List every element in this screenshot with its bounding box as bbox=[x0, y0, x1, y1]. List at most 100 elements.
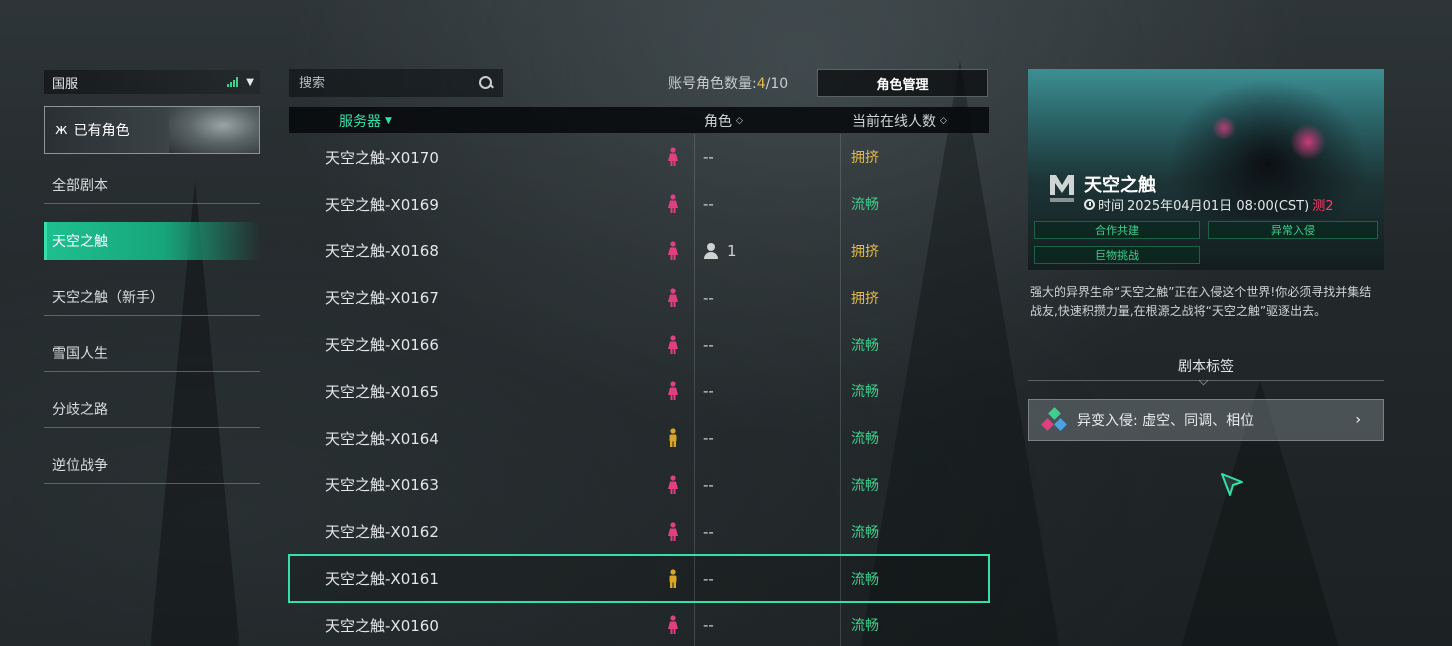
sidebar-item-label: 天空之触（新手） bbox=[52, 289, 164, 306]
role-management-button[interactable]: 角色管理 bbox=[817, 69, 988, 97]
column-divider bbox=[694, 321, 695, 368]
server-status: 流畅 bbox=[851, 431, 879, 448]
scenario-tag-row-label: 异变入侵: 虚空、同调、相位 bbox=[1077, 413, 1255, 429]
server-status: 流畅 bbox=[851, 571, 879, 588]
server-row[interactable]: 天空之触-X0167 -- 拥挤 bbox=[289, 274, 989, 322]
server-role: -- bbox=[703, 476, 714, 494]
server-role: 1 bbox=[703, 242, 737, 260]
owned-characters-label: 已有角色 bbox=[73, 123, 130, 139]
server-name: 天空之触-X0160 bbox=[325, 616, 439, 635]
female-figure-icon bbox=[668, 334, 678, 354]
server-column-header[interactable]: 服务器 ▼ bbox=[339, 111, 392, 131]
sidebar-item[interactable]: 逆位战争 bbox=[44, 446, 260, 484]
male-figure-icon bbox=[669, 568, 677, 588]
server-status: 拥挤 bbox=[851, 243, 879, 260]
column-divider bbox=[840, 227, 841, 275]
scenario-banner: 天空之触 时间 2025年04月01日 08:00(CST) 测2 合作共建 异… bbox=[1028, 69, 1384, 270]
female-figure-icon bbox=[668, 381, 678, 401]
owned-characters-card[interactable]: ж 已有角色 bbox=[44, 106, 260, 154]
server-row[interactable]: 天空之触-X0161 -- 流畅 bbox=[288, 554, 990, 603]
server-row[interactable]: 天空之触-X0166 -- 流畅 bbox=[289, 321, 989, 368]
tag-chip-cooperation[interactable]: 合作共建 bbox=[1034, 221, 1200, 239]
person-icon bbox=[703, 242, 719, 259]
server-name: 天空之触-X0166 bbox=[325, 336, 439, 355]
account-count-label: 账号角色数量: bbox=[668, 76, 757, 92]
server-role-value: 1 bbox=[727, 241, 737, 260]
character-portrait bbox=[169, 107, 259, 153]
sidebar-item-label: 天空之触 bbox=[52, 234, 108, 250]
tag-chip-giant-challenge[interactable]: 巨物挑战 bbox=[1034, 246, 1200, 264]
female-figure-icon bbox=[668, 288, 678, 307]
server-role-value: -- bbox=[703, 522, 714, 541]
scenario-tags-title: 剧本标签 bbox=[1178, 359, 1234, 375]
server-role-value: -- bbox=[703, 382, 714, 401]
server-role: -- bbox=[703, 148, 714, 166]
female-figure-icon bbox=[668, 241, 678, 260]
search-icon[interactable] bbox=[479, 76, 493, 90]
region-label: 国服 bbox=[52, 76, 79, 92]
cursor-icon bbox=[1221, 473, 1243, 496]
server-table-header: 服务器 ▼ 角色 ◇ 当前在线人数 ◇ bbox=[289, 107, 989, 133]
time-extra: 测2 bbox=[1312, 199, 1334, 214]
chevron-down-icon: ▼ bbox=[246, 76, 254, 88]
female-figure-icon bbox=[668, 615, 678, 635]
column-divider bbox=[694, 134, 695, 181]
server-status: 流畅 bbox=[851, 477, 879, 494]
sidebar-item[interactable]: 天空之触 bbox=[44, 222, 260, 260]
column-divider bbox=[694, 414, 695, 462]
butterfly-icon: ж bbox=[55, 122, 68, 138]
column-divider bbox=[694, 555, 695, 602]
female-figure-icon bbox=[668, 147, 678, 167]
tag-chip-invasion[interactable]: 异常入侵 bbox=[1208, 221, 1378, 239]
server-row[interactable]: 天空之触-X0169 -- 流畅 bbox=[289, 180, 989, 228]
server-row[interactable]: 天空之触-X0168 1 拥挤 bbox=[289, 227, 989, 275]
server-role-value: -- bbox=[703, 148, 714, 167]
search-box[interactable] bbox=[289, 69, 503, 97]
server-row[interactable]: 天空之触-X0160 -- 流畅 bbox=[289, 601, 989, 646]
server-name: 天空之触-X0170 bbox=[325, 148, 439, 167]
column-divider bbox=[840, 274, 841, 322]
server-name: 天空之触-X0163 bbox=[325, 476, 439, 495]
server-status: 流畅 bbox=[851, 384, 879, 401]
column-divider bbox=[694, 508, 695, 556]
server-status: 流畅 bbox=[851, 618, 879, 635]
sidebar-item[interactable]: 雪国人生 bbox=[44, 334, 260, 372]
search-input[interactable] bbox=[299, 75, 459, 91]
server-row[interactable]: 天空之触-X0165 -- 流畅 bbox=[289, 367, 989, 415]
female-figure-icon bbox=[668, 194, 678, 214]
female-figure-icon bbox=[668, 522, 678, 541]
sidebar-item[interactable]: 分歧之路 bbox=[44, 390, 260, 428]
scenario-title: 天空之触 bbox=[1084, 175, 1156, 196]
male-figure-icon bbox=[669, 428, 677, 448]
server-list: 天空之触-X0170 -- 拥挤 天空之触-X0169 -- 流畅 天空之触-X0168 1 拥… bbox=[288, 134, 990, 646]
server-row[interactable]: 天空之触-X0164 -- 流畅 bbox=[289, 414, 989, 462]
region-selector[interactable]: 国服 ▼ bbox=[44, 70, 260, 94]
server-role-value: -- bbox=[703, 335, 714, 354]
server-status: 流畅 bbox=[851, 524, 879, 541]
scenario-time: 时间 2025年04月01日 08:00(CST) 测2 bbox=[1084, 195, 1333, 214]
server-role-value: -- bbox=[703, 288, 714, 307]
column-divider bbox=[840, 555, 841, 602]
scenario-tag-row[interactable]: 异变入侵: 虚空、同调、相位 › bbox=[1028, 399, 1384, 441]
server-row[interactable]: 天空之触-X0170 -- 拥挤 bbox=[289, 134, 989, 181]
column-divider bbox=[840, 508, 841, 556]
sidebar-item[interactable]: 全部剧本 bbox=[44, 166, 260, 204]
game-logo-icon bbox=[1050, 175, 1074, 202]
server-row[interactable]: 天空之触-X0163 -- 流畅 bbox=[289, 461, 989, 509]
server-status: 拥挤 bbox=[851, 150, 879, 167]
role-column-header[interactable]: 角色 ◇ bbox=[704, 111, 743, 131]
sidebar-item[interactable]: 天空之触（新手） bbox=[44, 278, 260, 316]
server-status: 流畅 bbox=[851, 337, 879, 354]
server-row[interactable]: 天空之触-X0162 -- 流畅 bbox=[289, 508, 989, 556]
online-column-header[interactable]: 当前在线人数 ◇ bbox=[852, 111, 947, 131]
column-divider bbox=[694, 601, 695, 646]
column-divider bbox=[694, 180, 695, 228]
server-role: -- bbox=[703, 336, 714, 354]
column-divider bbox=[840, 461, 841, 509]
sidebar-item-label: 全部剧本 bbox=[52, 177, 108, 194]
sidebar-item-label: 逆位战争 bbox=[52, 457, 108, 474]
server-role-value: -- bbox=[703, 195, 714, 214]
role-header-label: 角色 bbox=[704, 114, 732, 130]
account-count-current: 4 bbox=[756, 76, 766, 92]
server-role-value: -- bbox=[703, 429, 714, 448]
